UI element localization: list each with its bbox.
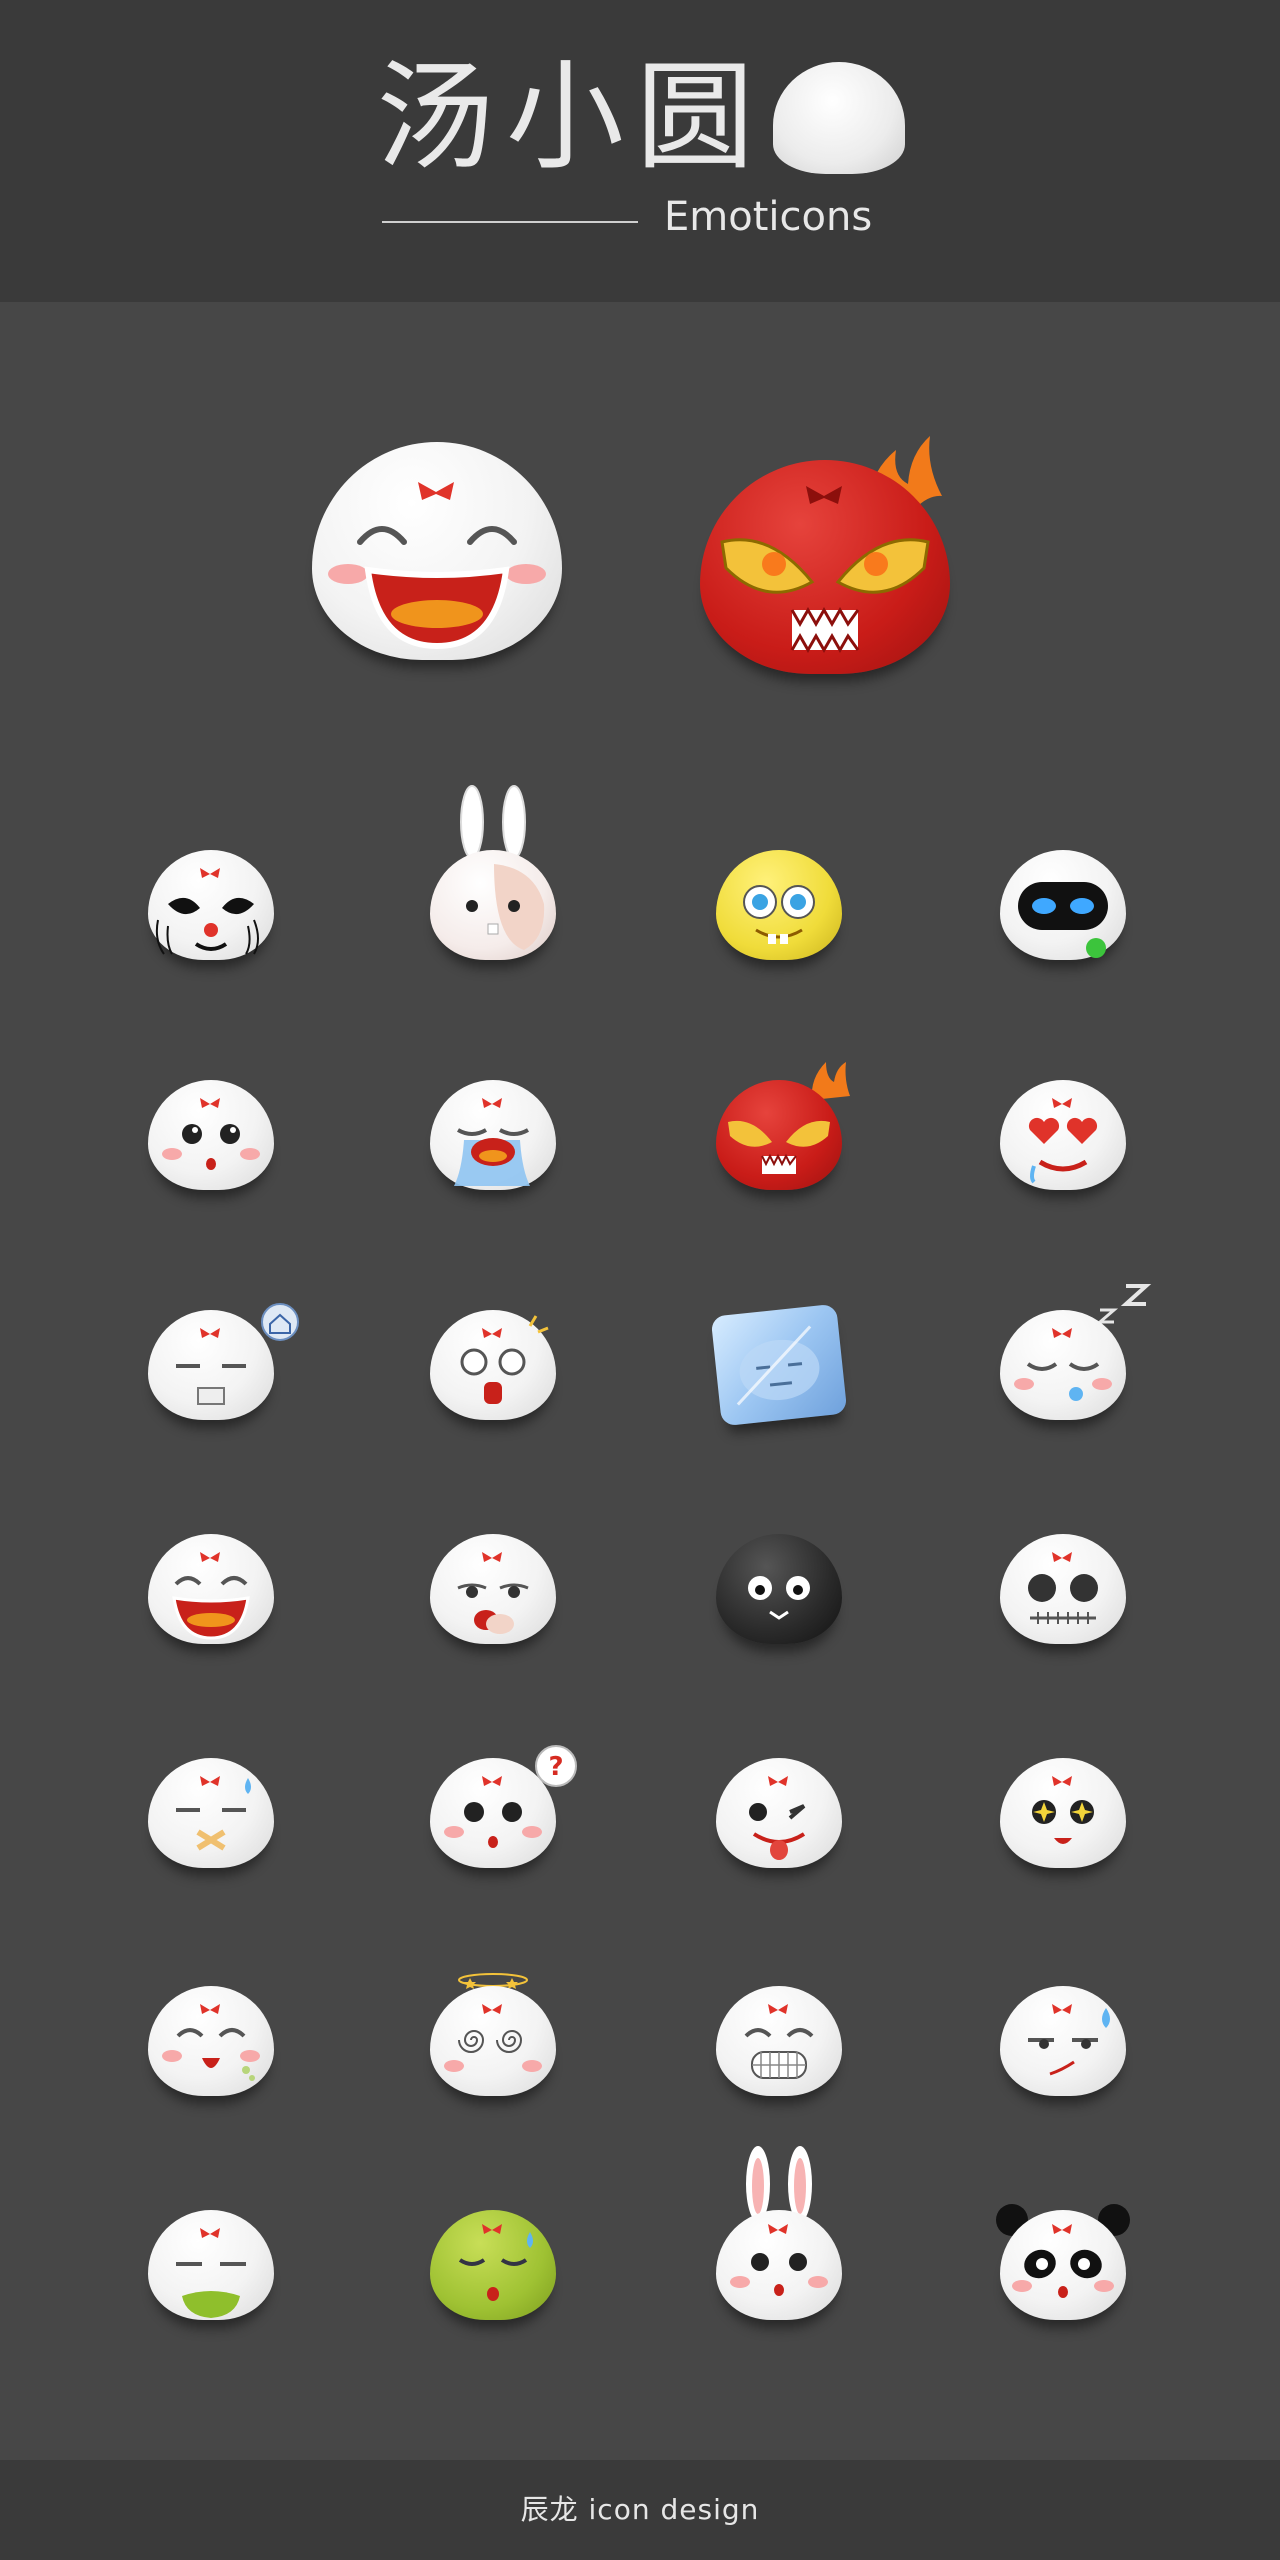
laughing-emoticon-icon (312, 442, 562, 660)
silenced-emoticon-icon (148, 1758, 274, 1868)
giggle-emoticon-icon (148, 1986, 274, 2096)
love-eyes-emoticon-icon (1000, 1080, 1126, 1190)
svg-text:?: ? (548, 1752, 563, 1782)
sleeping-emoticon-wrapper (1000, 1280, 1170, 1420)
homesick-emoticon-wrapper (148, 1302, 306, 1420)
furious-emoticon-icon (700, 460, 950, 674)
tongue-wink-emoticon-icon (716, 1758, 842, 1868)
bunny-patched-emoticon-wrapper (430, 782, 556, 960)
emoticon-grid: ? (0, 302, 1280, 2460)
confused-emoticon-wrapper: ? (430, 1744, 580, 1868)
angry-fire-emoticon-icon (716, 1080, 842, 1190)
grin-emoticon-icon (716, 1986, 842, 2096)
yawning-emoticon-icon (430, 1534, 556, 1644)
panda-emoticon-icon (1000, 2210, 1126, 2320)
smirk-sweat-emoticon-icon (1000, 1986, 1126, 2096)
surprised-emoticon-icon (148, 1080, 274, 1190)
big-laugh-emoticon-icon (148, 1534, 274, 1644)
furious-emoticon-wrapper (700, 412, 962, 674)
homesick-emoticon-icon (148, 1310, 274, 1420)
sick-green-emoticon-icon (430, 2210, 556, 2320)
bunny-patched-emoticon-icon (430, 850, 556, 960)
divider (382, 221, 638, 223)
robot-emoticon-icon (1000, 850, 1126, 960)
sleeping-emoticon-icon (1000, 1310, 1126, 1420)
header: 汤小圆 Emoticons (0, 0, 1280, 302)
house-icon (261, 1303, 299, 1341)
clown-emoticon-icon (148, 850, 274, 960)
dizzy-emoticon-wrapper (430, 1970, 556, 2096)
brand-logo-icon (773, 62, 905, 174)
panda-emoticon-wrapper (996, 2200, 1130, 2320)
vomiting-emoticon-icon (148, 2210, 274, 2320)
footer: 辰龙 icon design (0, 2460, 1280, 2560)
soot-sprite-emoticon-icon (716, 1534, 842, 1644)
starry-eyes-emoticon-icon (1000, 1758, 1126, 1868)
dizzy-emoticon-icon (430, 1986, 556, 2096)
angry-fire-emoticon-wrapper (716, 1060, 852, 1190)
footer-credit: 辰龙 icon design (520, 2493, 760, 2526)
question-mark-icon: ? (535, 1745, 577, 1787)
crying-emoticon-icon (430, 1080, 556, 1190)
bunny-emoticon-wrapper (716, 2142, 842, 2320)
bunny-emoticon-icon (716, 2210, 842, 2320)
shocked-emoticon-icon (430, 1310, 556, 1420)
frozen-emoticon-icon (710, 1303, 848, 1427)
sponge-emoticon-icon (716, 850, 842, 960)
skull-emoticon-icon (1000, 1534, 1126, 1644)
brand-subtitle: Emoticons (664, 194, 873, 240)
brand-title: 汤小圆 (376, 48, 767, 186)
